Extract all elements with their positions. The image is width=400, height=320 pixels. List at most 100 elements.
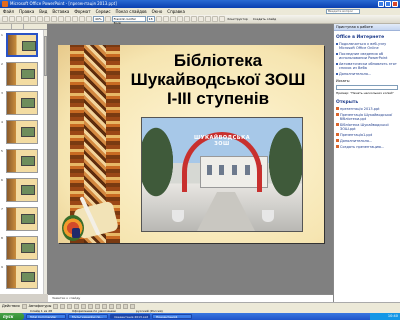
task-button[interactable]: Презентація1 <box>152 314 192 319</box>
notes-field[interactable]: Заметки к слайду <box>48 294 333 302</box>
slide-thumbnail[interactable] <box>6 236 38 260</box>
recent-file[interactable]: Презентація Шукайводської бібліотеки.ppt <box>334 112 400 122</box>
align-right-icon[interactable] <box>197 16 204 22</box>
paste-icon[interactable] <box>58 16 64 22</box>
actions-menu[interactable]: Действия <box>2 304 20 308</box>
bullets-icon[interactable] <box>211 16 218 22</box>
fill-color-icon[interactable] <box>116 303 122 309</box>
table-icon[interactable] <box>86 16 92 22</box>
redo-icon[interactable] <box>72 16 78 22</box>
slide-thumb[interactable]: 1 <box>0 30 47 59</box>
align-left-icon[interactable] <box>183 16 190 22</box>
print-icon[interactable] <box>23 16 29 22</box>
slide-thumbnail[interactable] <box>6 62 38 86</box>
slide-thumbnail[interactable] <box>6 33 38 57</box>
menu-slideshow[interactable]: Показ слайдов <box>116 9 147 14</box>
shadow-icon[interactable] <box>176 16 183 22</box>
spellcheck-icon[interactable] <box>37 16 43 22</box>
line-color-icon[interactable] <box>123 303 129 309</box>
slide-number: 3 <box>1 91 3 95</box>
task-button[interactable]: Мультимедійні пр... <box>68 314 108 319</box>
slide-thumb[interactable]: 8 <box>0 233 47 262</box>
cut-icon[interactable] <box>44 16 50 22</box>
help-search-input[interactable]: Введите вопрос <box>326 9 360 14</box>
recent-file[interactable]: Бібліотека Шукайводської ЗОШ.ppt <box>334 122 400 132</box>
task-button-active[interactable]: презентація 2013.ppt <box>110 314 150 319</box>
menu-tools[interactable]: Сервис <box>96 9 111 14</box>
line-icon[interactable] <box>53 303 59 309</box>
font-color-icon[interactable] <box>130 303 136 309</box>
open-icon[interactable] <box>9 16 15 22</box>
select-icon[interactable] <box>21 303 27 309</box>
slide-thumbnail[interactable] <box>6 120 38 144</box>
slide-thumb[interactable]: 6 <box>0 175 47 204</box>
arrow-icon[interactable] <box>60 303 66 309</box>
slide-number: 9 <box>1 265 3 269</box>
menu-view[interactable]: Вид <box>39 9 47 14</box>
menu-help[interactable]: Справка <box>167 9 185 14</box>
menu-edit[interactable]: Правка <box>19 9 34 14</box>
font-select[interactable]: Franklin Gothic Book <box>111 16 146 25</box>
more-link[interactable]: Дополнительно... <box>334 71 400 77</box>
designer-button[interactable]: Конструктор <box>226 17 250 21</box>
slide-thumb[interactable]: 4 <box>0 117 47 146</box>
menu-window[interactable]: Окно <box>152 9 163 14</box>
task-pane-header[interactable]: Приступая к работе <box>334 24 400 31</box>
oval-icon[interactable] <box>74 303 80 309</box>
autoshapes-menu[interactable]: Автофигуры <box>29 304 52 308</box>
underline-icon[interactable] <box>169 16 176 22</box>
chart-icon[interactable] <box>79 16 85 22</box>
copy-icon[interactable] <box>51 16 57 22</box>
menu-format[interactable]: Формат <box>74 9 90 14</box>
task-button[interactable]: Total Commander <box>26 314 66 319</box>
align-center-icon[interactable] <box>190 16 197 22</box>
create-presentation-link[interactable]: Создать презентацию... <box>334 144 400 150</box>
font-color-icon[interactable] <box>218 16 225 22</box>
clipart-icon[interactable] <box>102 303 108 309</box>
preview-icon[interactable] <box>30 16 36 22</box>
font-size-select[interactable]: 18 <box>146 16 155 22</box>
save-icon[interactable] <box>16 16 22 22</box>
new-slide-button[interactable]: Создать слайд <box>251 17 278 21</box>
menu-insert[interactable]: Вставка <box>52 9 69 14</box>
slide-thumbnail[interactable] <box>6 178 38 202</box>
slides-pane: 1 2 3 4 5 6 7 8 9 <box>0 24 48 294</box>
auto-update-link[interactable]: Автоматически обновлять этот список из В… <box>334 61 400 71</box>
wordart-icon[interactable] <box>88 303 94 309</box>
bold-icon[interactable] <box>155 16 162 22</box>
slide-thumb[interactable]: 5 <box>0 146 47 175</box>
thumbs-scrollbar[interactable] <box>43 30 47 294</box>
slide-thumb[interactable]: 3 <box>0 88 47 117</box>
picture-icon[interactable] <box>109 303 115 309</box>
diagram-icon[interactable] <box>95 303 101 309</box>
slide[interactable]: Бібліотека Шукайводської ЗОШ І-ІІІ ступе… <box>58 45 324 243</box>
school-photo[interactable]: ШУКАЙВОДСЬКА ЗОШ <box>141 117 303 232</box>
slide-title[interactable]: Бібліотека Шукайводської ЗОШ І-ІІІ ступе… <box>118 51 318 108</box>
slide-thumb[interactable]: 7 <box>0 204 47 233</box>
drawing-toolbar: Действия Автофигуры <box>0 302 400 309</box>
latest-news-link[interactable]: Последние сведения об использовании Powe… <box>334 51 400 61</box>
textbox-icon[interactable] <box>81 303 87 309</box>
new-icon[interactable] <box>2 16 8 22</box>
open-heading: Открыть <box>336 100 359 105</box>
office-online-link[interactable]: Подключиться к веб-узлу Microsoft Office… <box>334 41 400 51</box>
undo-icon[interactable] <box>65 16 71 22</box>
italic-icon[interactable] <box>162 16 169 22</box>
slide-thumbnail[interactable] <box>6 265 38 289</box>
slide-thumbnail[interactable] <box>6 207 38 231</box>
menu-file[interactable]: Файл <box>3 9 14 14</box>
scroll-thumb[interactable] <box>44 36 47 76</box>
slide-thumb[interactable]: 9 <box>0 262 47 291</box>
rectangle-icon[interactable] <box>67 303 73 309</box>
tree <box>266 122 302 202</box>
maximize-button[interactable] <box>385 1 391 7</box>
help-icon[interactable] <box>104 16 111 22</box>
zoom-select[interactable]: 49% <box>93 16 104 22</box>
minimize-button[interactable] <box>378 1 384 7</box>
slide-thumbnail[interactable] <box>6 149 38 173</box>
start-button[interactable]: пуск <box>0 313 24 320</box>
numbering-icon[interactable] <box>204 16 211 22</box>
slide-thumb[interactable]: 2 <box>0 59 47 88</box>
slide-thumbnail[interactable] <box>6 91 38 115</box>
close-button[interactable] <box>392 1 398 7</box>
